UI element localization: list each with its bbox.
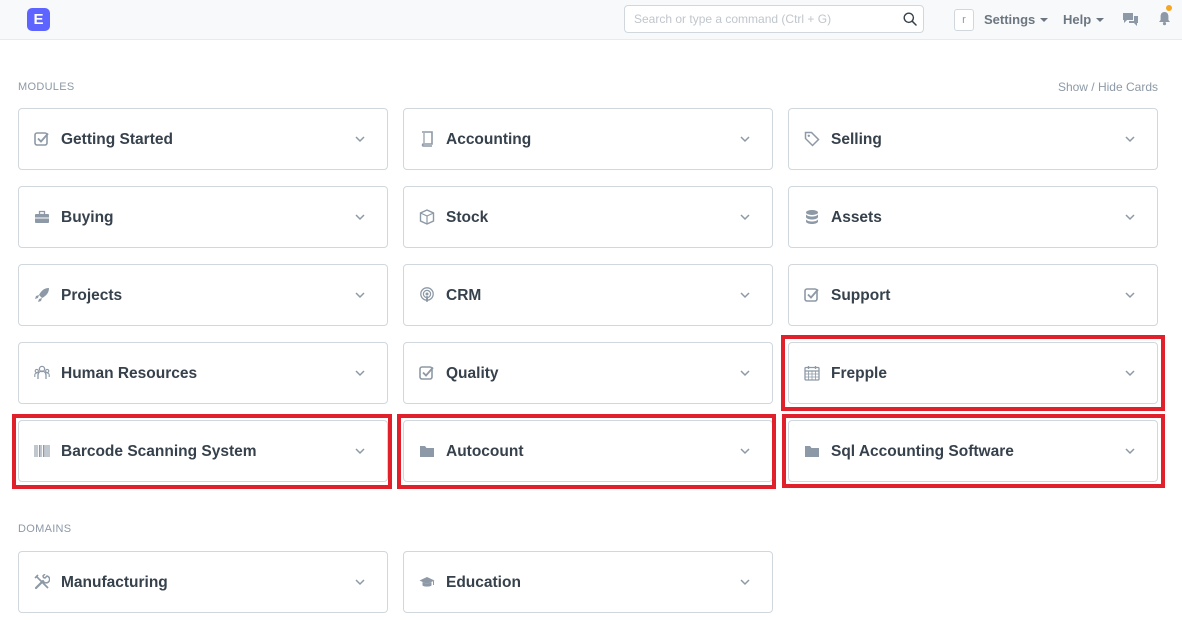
checkbox-icon bbox=[804, 288, 819, 302]
module-card-accounting[interactable]: Accounting bbox=[403, 108, 773, 170]
chat-icon[interactable] bbox=[1122, 11, 1139, 27]
user-avatar[interactable]: r bbox=[954, 9, 974, 31]
settings-dropdown[interactable]: Settings bbox=[984, 12, 1049, 27]
module-card-human-resources[interactable]: Human Resources bbox=[18, 342, 388, 404]
chevron-down-icon[interactable] bbox=[355, 291, 365, 299]
module-card-getting-started[interactable]: Getting Started bbox=[18, 108, 388, 170]
tag-icon bbox=[804, 131, 820, 147]
chevron-down-icon[interactable] bbox=[740, 213, 750, 221]
rocket-icon bbox=[35, 288, 49, 302]
chevron-down-icon[interactable] bbox=[355, 369, 365, 377]
module-label: Human Resources bbox=[61, 365, 198, 382]
help-dropdown[interactable]: Help bbox=[1063, 12, 1105, 27]
users-icon bbox=[34, 365, 50, 379]
module-label: Buying bbox=[61, 209, 114, 226]
graduation-cap-icon bbox=[419, 577, 435, 587]
module-card-selling[interactable]: Selling bbox=[788, 108, 1158, 170]
highlight-box bbox=[397, 414, 776, 489]
checkbox-icon bbox=[419, 366, 434, 380]
show-hide-cards-link[interactable]: Show / Hide Cards bbox=[1058, 80, 1158, 94]
settings-label: Settings bbox=[984, 12, 1036, 27]
module-card-support[interactable]: Support bbox=[788, 264, 1158, 326]
module-label: Quality bbox=[446, 365, 499, 382]
domain-card-education[interactable]: Education bbox=[403, 551, 773, 613]
domain-label: Manufacturing bbox=[61, 574, 168, 591]
help-caret-icon bbox=[1096, 18, 1105, 22]
modules-heading: MODULES bbox=[18, 81, 75, 93]
chevron-down-icon[interactable] bbox=[740, 578, 750, 586]
chevron-down-icon[interactable] bbox=[740, 135, 750, 143]
module-card-projects[interactable]: Projects bbox=[18, 264, 388, 326]
chevron-down-icon[interactable] bbox=[1125, 291, 1135, 299]
book-icon bbox=[421, 131, 433, 147]
module-label: Accounting bbox=[446, 131, 532, 148]
navbar: E r Settings Help bbox=[0, 0, 1182, 40]
module-label: Getting Started bbox=[61, 131, 173, 148]
highlight-box bbox=[782, 414, 1165, 488]
search-input[interactable] bbox=[625, 6, 887, 32]
module-label: Support bbox=[831, 287, 891, 304]
module-label: Assets bbox=[831, 209, 882, 226]
search-box[interactable] bbox=[624, 5, 924, 33]
module-card-quality[interactable]: Quality bbox=[403, 342, 773, 404]
domains-heading: DOMAINS bbox=[18, 523, 72, 535]
chevron-down-icon[interactable] bbox=[740, 369, 750, 377]
domain-label: Education bbox=[446, 574, 521, 591]
module-label: Stock bbox=[446, 209, 489, 226]
notification-dot bbox=[1166, 5, 1172, 11]
module-label: Projects bbox=[61, 287, 123, 304]
settings-caret-icon bbox=[1040, 18, 1049, 22]
app-logo[interactable]: E bbox=[27, 8, 50, 31]
chevron-down-icon[interactable] bbox=[355, 578, 365, 586]
chevron-down-icon[interactable] bbox=[1125, 213, 1135, 221]
podcast-icon bbox=[420, 287, 434, 302]
checkbox-icon bbox=[34, 132, 49, 146]
module-card-buying[interactable]: Buying bbox=[18, 186, 388, 248]
chevron-down-icon[interactable] bbox=[355, 135, 365, 143]
bell-icon[interactable] bbox=[1158, 11, 1171, 26]
chevron-down-icon[interactable] bbox=[1125, 135, 1135, 143]
module-label: Selling bbox=[831, 131, 882, 148]
highlight-box bbox=[12, 414, 392, 489]
highlight-box bbox=[781, 335, 1165, 411]
help-label: Help bbox=[1063, 12, 1092, 27]
domain-card-manufacturing[interactable]: Manufacturing bbox=[18, 551, 388, 613]
tools-icon bbox=[34, 574, 50, 590]
module-card-crm[interactable]: CRM bbox=[403, 264, 773, 326]
chevron-down-icon[interactable] bbox=[355, 213, 365, 221]
search-icon[interactable] bbox=[903, 12, 917, 26]
module-card-assets[interactable]: Assets bbox=[788, 186, 1158, 248]
box-icon bbox=[419, 209, 435, 225]
module-label: CRM bbox=[446, 287, 482, 304]
briefcase-icon bbox=[35, 210, 49, 223]
database-icon bbox=[806, 210, 818, 224]
chevron-down-icon[interactable] bbox=[740, 291, 750, 299]
module-card-stock[interactable]: Stock bbox=[403, 186, 773, 248]
